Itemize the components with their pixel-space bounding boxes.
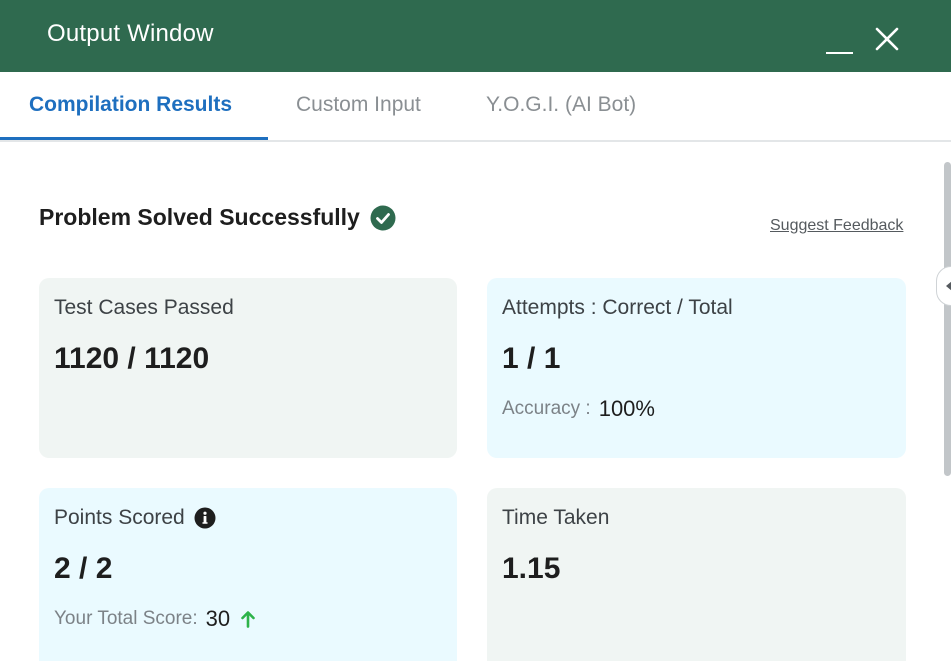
arrow-up-icon	[240, 610, 256, 628]
points-value: 2 / 2	[54, 552, 113, 585]
tab-compilation-results[interactable]: Compilation Results	[29, 72, 232, 142]
points-label: Points Scored	[54, 506, 185, 529]
close-button[interactable]	[874, 26, 900, 52]
info-icon[interactable]	[194, 507, 216, 529]
attempts-label: Attempts : Correct / Total	[502, 296, 733, 319]
accuracy-value: 100%	[598, 396, 655, 421]
time-taken-value: 1.15	[502, 552, 561, 585]
status-text: Problem Solved Successfully	[39, 204, 360, 230]
scrollbar-thumb[interactable]	[944, 162, 951, 476]
results-panel: Problem Solved Successfully Suggest Feed…	[0, 142, 951, 661]
check-circle-icon	[370, 205, 396, 231]
close-icon	[875, 27, 899, 51]
total-score-row: Your Total Score: 30	[54, 606, 442, 632]
test-cases-value: 1120 / 1120	[54, 342, 210, 375]
time-taken-label: Time Taken	[502, 506, 610, 529]
test-cases-card: Test Cases Passed 1120 / 1120	[39, 278, 457, 458]
minimize-button[interactable]	[826, 24, 854, 54]
points-card: Points Scored 2 / 2 Your Total Score: 30	[39, 488, 457, 661]
active-tab-indicator	[0, 137, 268, 140]
points-label-row: Points Scored	[54, 506, 442, 530]
test-cases-label: Test Cases Passed	[54, 296, 234, 319]
suggest-feedback-link[interactable]: Suggest Feedback	[770, 217, 903, 235]
attempts-value: 1 / 1	[502, 342, 561, 375]
title-bar: Output Window	[0, 0, 951, 72]
status-heading: Problem Solved Successfully	[39, 204, 396, 231]
window-title: Output Window	[47, 20, 214, 47]
chevron-left-icon	[944, 280, 951, 292]
total-score-value: 30	[205, 606, 231, 631]
collapse-panel-handle[interactable]	[936, 266, 951, 306]
tab-custom-input[interactable]: Custom Input	[296, 72, 421, 142]
total-score-label: Your Total Score:	[54, 608, 198, 629]
accuracy-label: Accuracy :	[502, 398, 591, 419]
tab-bar: Compilation Results Custom Input Y.O.G.I…	[0, 72, 951, 142]
accuracy-row: Accuracy : 100%	[502, 396, 891, 422]
attempts-card: Attempts : Correct / Total 1 / 1 Accurac…	[487, 278, 906, 458]
tab-yogi-ai-bot[interactable]: Y.O.G.I. (AI Bot)	[486, 72, 636, 142]
time-taken-card: Time Taken 1.15	[487, 488, 906, 661]
